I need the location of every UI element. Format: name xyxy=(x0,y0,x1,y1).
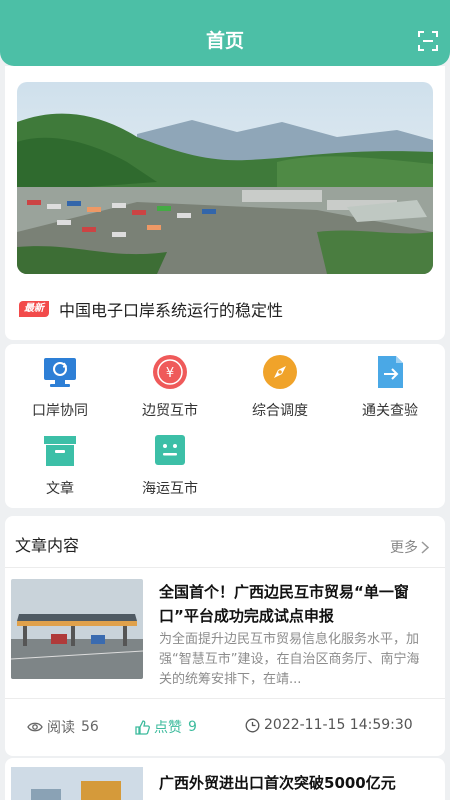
new-badge: 最新 xyxy=(19,301,49,317)
like-label: 点赞 xyxy=(154,720,182,736)
document-export-icon xyxy=(378,356,403,388)
article-thumbnail[interactable] xyxy=(11,767,143,800)
eye-icon xyxy=(27,722,43,732)
grid-label: 通关查验 xyxy=(362,403,418,419)
grid-label: 综合调度 xyxy=(252,403,308,419)
yen-icon: ¥ xyxy=(153,355,187,389)
article-title[interactable]: 广西外贸进出口首次突破5000亿元 xyxy=(159,772,439,793)
more-link[interactable]: 更多 xyxy=(390,537,429,557)
article-item-2[interactable]: 广西外贸进出口首次突破5000亿元 xyxy=(5,758,445,800)
grid-label: 文章 xyxy=(46,481,74,497)
read-label: 阅读 xyxy=(47,720,75,736)
like-value: 9 xyxy=(188,719,197,735)
monitor-sync-icon xyxy=(44,358,76,387)
banner-card: 最新 中国电子口岸系统运行的稳定性 xyxy=(5,66,445,340)
grid-label: 海运互市 xyxy=(142,481,198,497)
read-count: 阅读 56 xyxy=(27,717,99,737)
top-bar: 首页 xyxy=(0,0,450,66)
grid-item-dispatch[interactable]: 综合调度 xyxy=(225,354,335,420)
article-thumbnail[interactable] xyxy=(11,579,143,679)
section-title: 文章内容 xyxy=(15,536,80,555)
chat-box-icon xyxy=(155,435,185,465)
time-value: 2022-11-15 14:59:30 xyxy=(264,717,413,733)
article-summary: 为全面提升边民互市贸易信息化服务水平，加强“智慧互市”建设，在自治区商务厅、南宁… xyxy=(159,632,420,687)
grid-item-article[interactable]: 文章 xyxy=(5,432,115,498)
more-label: 更多 xyxy=(390,540,418,556)
chevron-right-icon xyxy=(421,540,429,554)
news-headline[interactable]: 中国电子口岸系统运行的稳定性 xyxy=(59,297,283,321)
like-button[interactable]: 点赞 9 xyxy=(135,717,197,737)
archive-box-icon xyxy=(44,436,76,466)
scan-icon[interactable] xyxy=(418,31,438,51)
section-header: 文章内容 更多 xyxy=(5,516,445,568)
article-section: 文章内容 更多 全国首个！广西边民互市贸易“单一窗口”平台成功完成试点申报 为全… xyxy=(5,516,445,756)
grid-item-inspection[interactable]: 通关查验 xyxy=(335,354,445,420)
article-title[interactable]: 全国首个！广西边民互市贸易“单一窗口”平台成功完成试点申报 xyxy=(159,580,431,628)
function-grid: 口岸协同 ¥ 边贸互市 综合调度 通关查验 文章 海运互市 xyxy=(5,344,445,508)
svg-text:¥: ¥ xyxy=(166,366,174,381)
grid-item-sea-trade[interactable]: 海运互市 xyxy=(115,432,225,498)
compass-icon xyxy=(263,355,297,389)
article-meta: 阅读 56 点赞 9 2022-11-15 14:59:30 xyxy=(5,698,445,756)
publish-time: 2022-11-15 14:59:30 xyxy=(245,717,413,733)
page-title: 首页 xyxy=(205,30,244,52)
read-value: 56 xyxy=(81,719,99,735)
clock-icon xyxy=(245,718,260,732)
grid-item-port-collab[interactable]: 口岸协同 xyxy=(5,354,115,420)
grid-item-border-trade[interactable]: ¥ 边贸互市 xyxy=(115,354,225,420)
banner-image[interactable] xyxy=(17,82,433,274)
grid-label: 口岸协同 xyxy=(32,403,88,419)
thumbs-up-icon xyxy=(135,719,150,735)
news-ticker[interactable]: 最新 中国电子口岸系统运行的稳定性 xyxy=(19,294,283,324)
grid-label: 边贸互市 xyxy=(142,403,198,419)
